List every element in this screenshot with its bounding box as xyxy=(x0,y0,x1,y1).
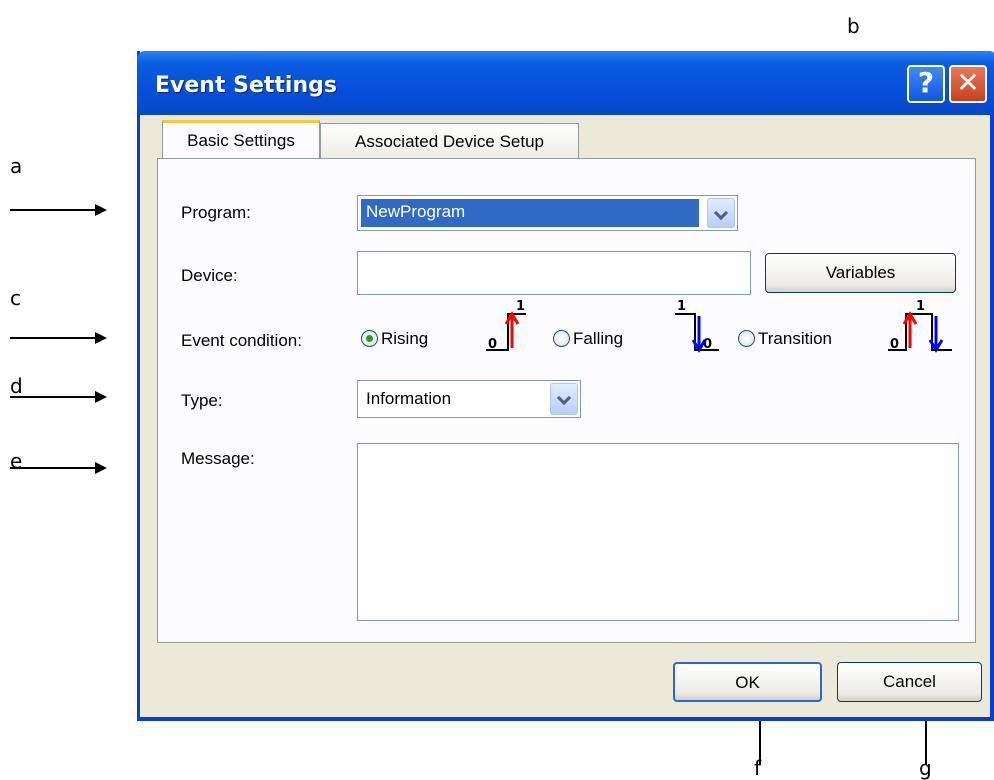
annotation-e: e xyxy=(10,449,23,473)
chevron-down-icon[interactable] xyxy=(550,383,578,415)
annotation-arrow-e xyxy=(10,462,107,474)
message-textarea[interactable] xyxy=(357,443,959,621)
tab-associated-device-setup[interactable]: Associated Device Setup xyxy=(320,123,579,159)
tab-basic-settings[interactable]: Basic Settings xyxy=(162,120,320,160)
device-label: Device: xyxy=(181,266,238,285)
transition-edge-icon: 1 0 xyxy=(888,299,952,353)
transition-label: Transition xyxy=(758,329,833,348)
annotation-arrow-c xyxy=(10,332,107,344)
annotation-b: b xyxy=(847,14,860,38)
falling-high-digit: 1 xyxy=(677,299,686,314)
rising-label: Rising xyxy=(381,329,429,348)
annotation-arrow-a xyxy=(10,204,107,216)
window-border-right xyxy=(990,115,994,721)
program-label: Program: xyxy=(181,203,251,222)
annotation-g: g xyxy=(919,756,932,780)
title-bar[interactable]: Event Settings ? ✕ xyxy=(137,51,994,115)
event-condition-label: Event condition: xyxy=(181,331,302,350)
close-button[interactable]: ✕ xyxy=(949,65,987,103)
falling-radio[interactable] xyxy=(553,330,570,347)
cancel-button[interactable]: Cancel xyxy=(837,662,982,702)
annotation-arrow-d xyxy=(10,391,107,403)
annotation-d: d xyxy=(10,374,23,398)
type-select[interactable]: Information xyxy=(357,380,581,418)
falling-label: Falling xyxy=(573,329,624,348)
transition-radio[interactable] xyxy=(738,330,755,347)
help-button[interactable]: ? xyxy=(907,65,945,103)
annotation-f: f xyxy=(754,756,762,780)
window-border-bottom xyxy=(137,717,994,721)
rising-edge-icon: 1 0 xyxy=(486,299,526,352)
annotation-a: a xyxy=(10,154,23,178)
chevron-down-icon[interactable] xyxy=(707,198,735,228)
ok-button[interactable]: OK xyxy=(673,662,822,702)
variables-button[interactable]: Variables xyxy=(765,253,956,293)
program-select[interactable]: NewProgram xyxy=(357,195,738,231)
type-label: Type: xyxy=(181,391,223,410)
window-title: Event Settings xyxy=(155,73,337,98)
rising-radio[interactable] xyxy=(361,330,378,347)
message-label: Message: xyxy=(181,449,255,468)
falling-edge-icon: 1 0 xyxy=(675,299,719,353)
program-select-value: NewProgram xyxy=(361,199,699,227)
annotation-c: c xyxy=(10,286,21,310)
rising-high-digit: 1 xyxy=(516,299,525,314)
device-input[interactable] xyxy=(357,251,751,295)
type-select-value: Information xyxy=(366,389,452,408)
transition-high-digit: 1 xyxy=(916,299,925,314)
